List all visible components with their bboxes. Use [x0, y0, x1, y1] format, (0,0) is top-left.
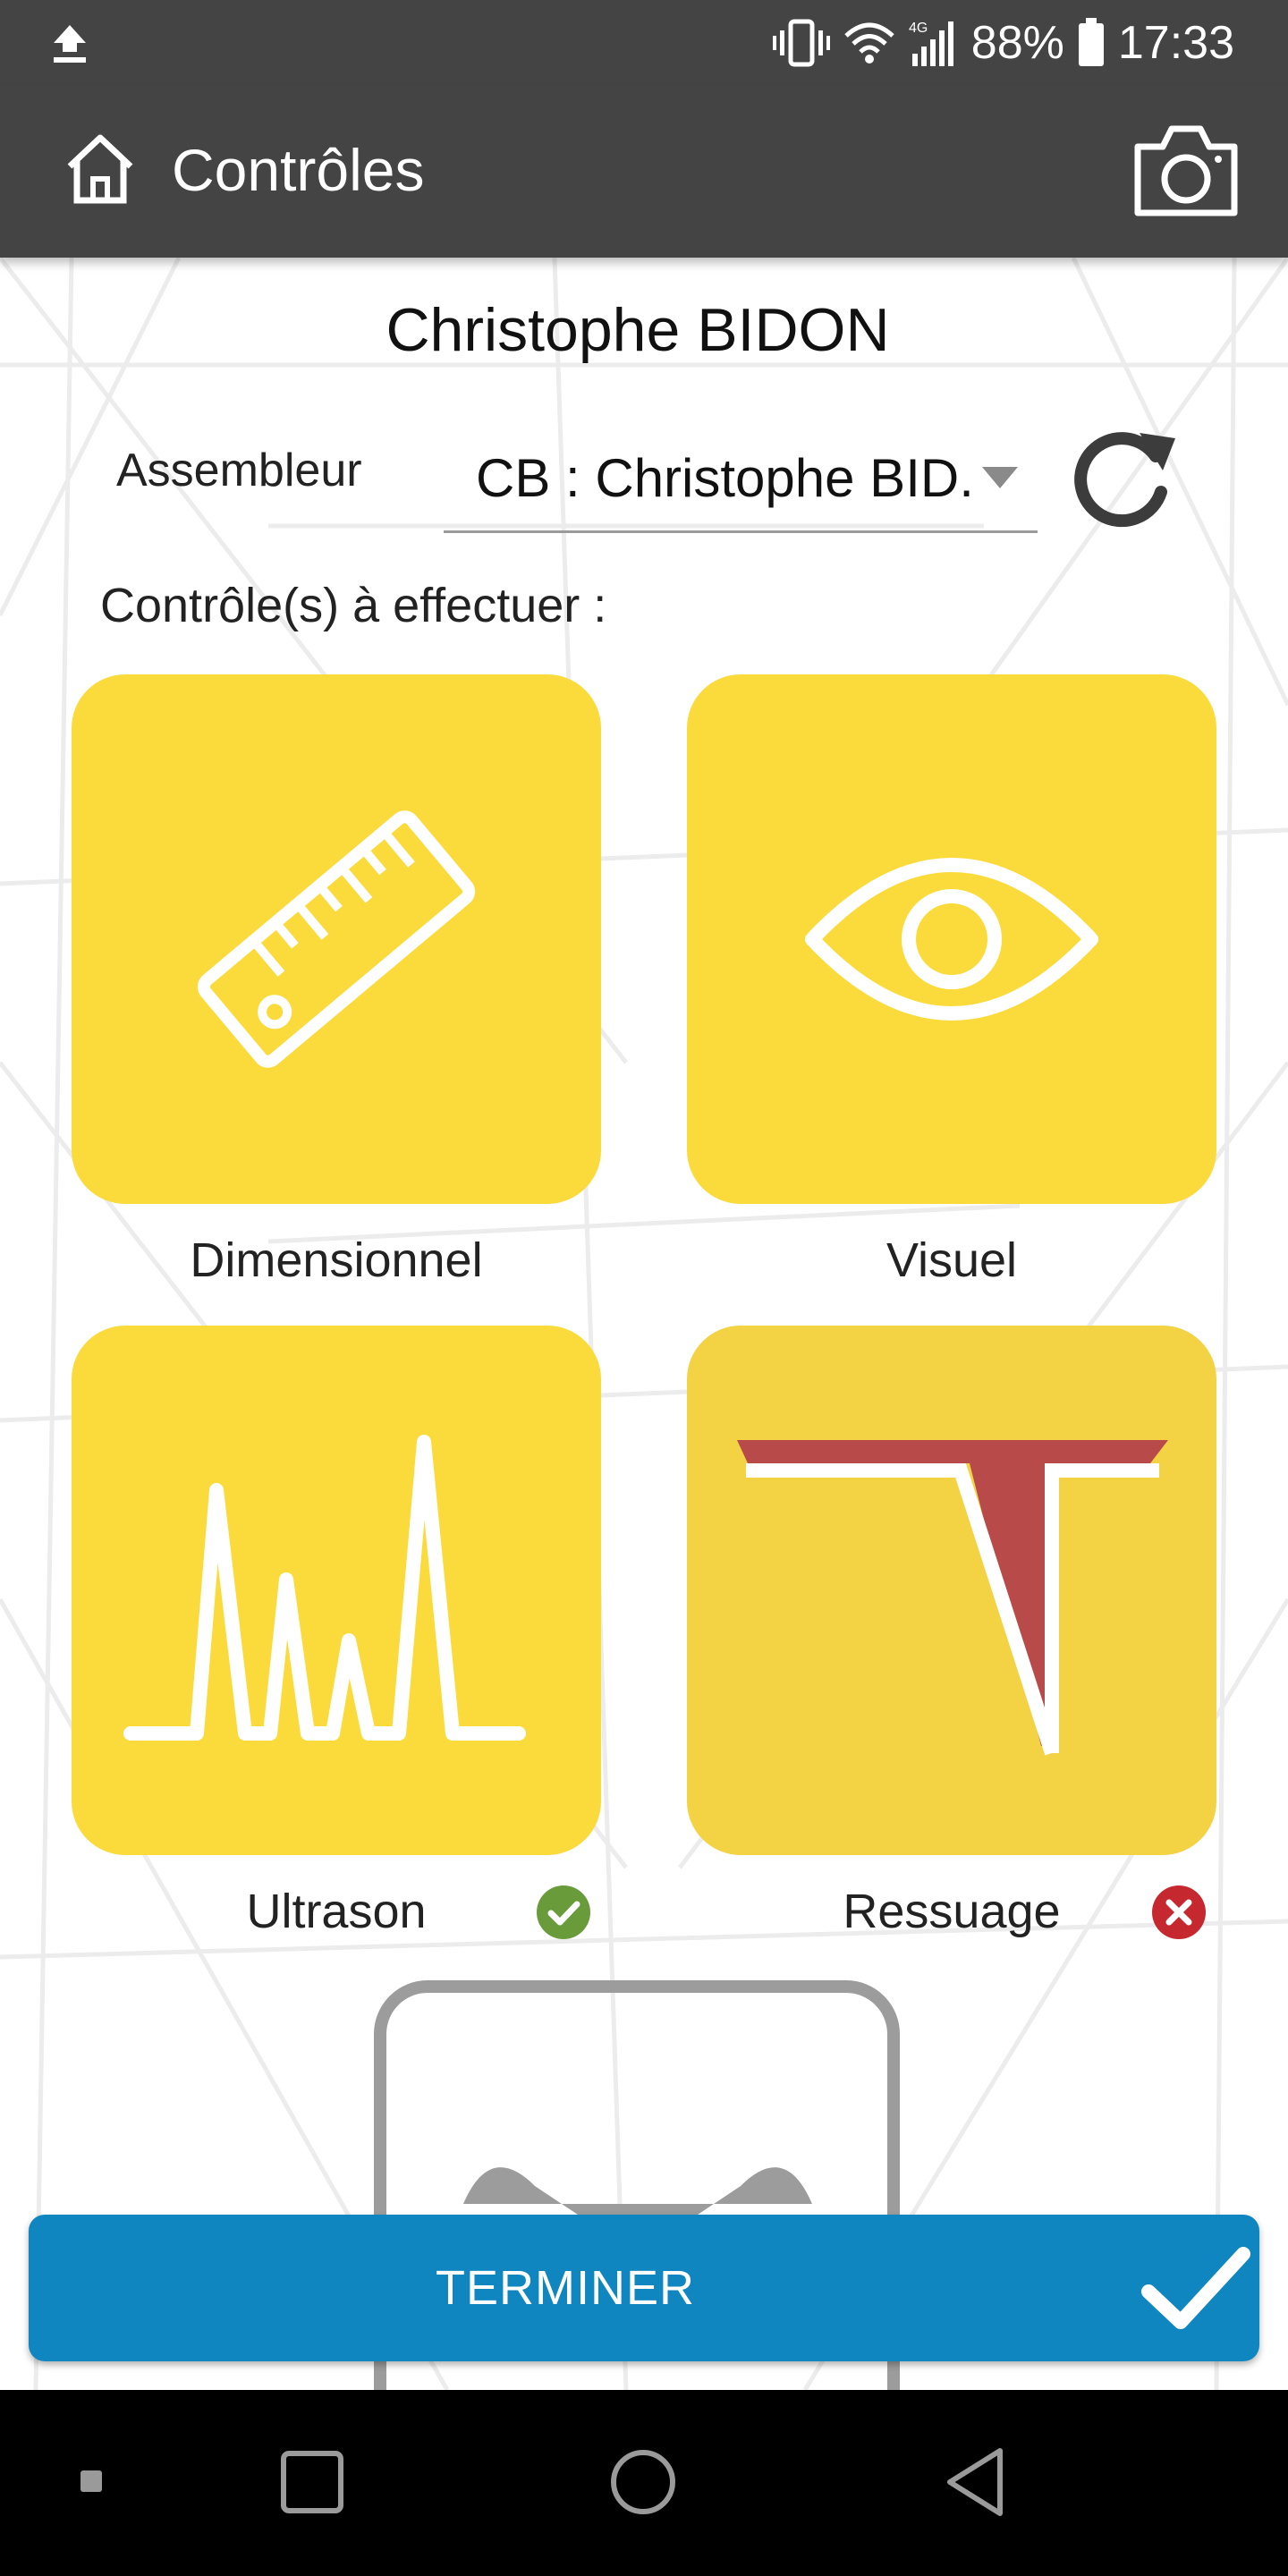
svg-text:4G: 4G	[909, 21, 928, 36]
overview-square-icon[interactable]	[279, 2449, 345, 2515]
system-nav-bar	[0, 2390, 1288, 2576]
home-icon[interactable]	[63, 131, 138, 206]
page-title: Contrôles	[172, 137, 425, 203]
home-circle-icon[interactable]	[608, 2447, 678, 2517]
ultrasound-wave-icon	[123, 1435, 526, 1741]
tile-label-ultrason: Ultrason	[246, 1885, 427, 1938]
back-triangle-icon[interactable]	[943, 2445, 1007, 2519]
vibrate-icon	[772, 19, 830, 67]
check-ok-icon	[537, 1885, 590, 1939]
tile-ultrason[interactable]	[72, 1326, 601, 1855]
status-bar: 4G 88% 17:33	[0, 0, 1288, 86]
tile-label-visuel: Visuel	[886, 1233, 1018, 1287]
tile-visuel[interactable]	[687, 674, 1216, 1204]
ruler-icon	[197, 810, 476, 1068]
controls-label: Contrôle(s) à effectuer :	[100, 579, 607, 632]
person-name: Christophe BIDON	[386, 296, 890, 364]
recent-dot-icon[interactable]	[79, 2469, 104, 2494]
tile-dimensionnel[interactable]	[72, 674, 601, 1204]
upload-icon	[54, 25, 86, 63]
terminer-button[interactable]: TERMINER	[29, 2215, 1259, 2361]
error-ko-icon	[1152, 1885, 1206, 1939]
main-content: Christophe BIDON Assembleur CB : Christo…	[0, 258, 1288, 2390]
app-bar: Contrôles	[0, 86, 1288, 258]
check-icon	[1141, 2247, 1250, 2329]
assembleur-label: Assembleur	[116, 445, 362, 496]
wifi-icon	[844, 22, 894, 64]
eye-icon	[805, 858, 1098, 1021]
assembleur-select[interactable]: CB : Christophe BID..	[444, 422, 1038, 533]
assembleur-selected-value: CB : Christophe BID..	[476, 448, 977, 508]
camera-icon[interactable]	[1131, 120, 1241, 220]
penetrant-test-icon	[737, 1440, 1168, 1756]
battery-icon	[1078, 18, 1104, 66]
clock: 17:33	[1117, 17, 1234, 69]
refresh-icon[interactable]	[1063, 415, 1182, 535]
tile-label-dimensionnel: Dimensionnel	[190, 1233, 483, 1287]
tile-label-ressuage: Ressuage	[843, 1885, 1061, 1938]
signal-icon: 4G	[909, 21, 953, 66]
battery-percent: 88%	[970, 17, 1064, 69]
dropdown-caret-icon	[982, 467, 1018, 488]
tile-ressuage[interactable]	[687, 1326, 1216, 1855]
terminer-label: TERMINER	[436, 2261, 695, 2315]
